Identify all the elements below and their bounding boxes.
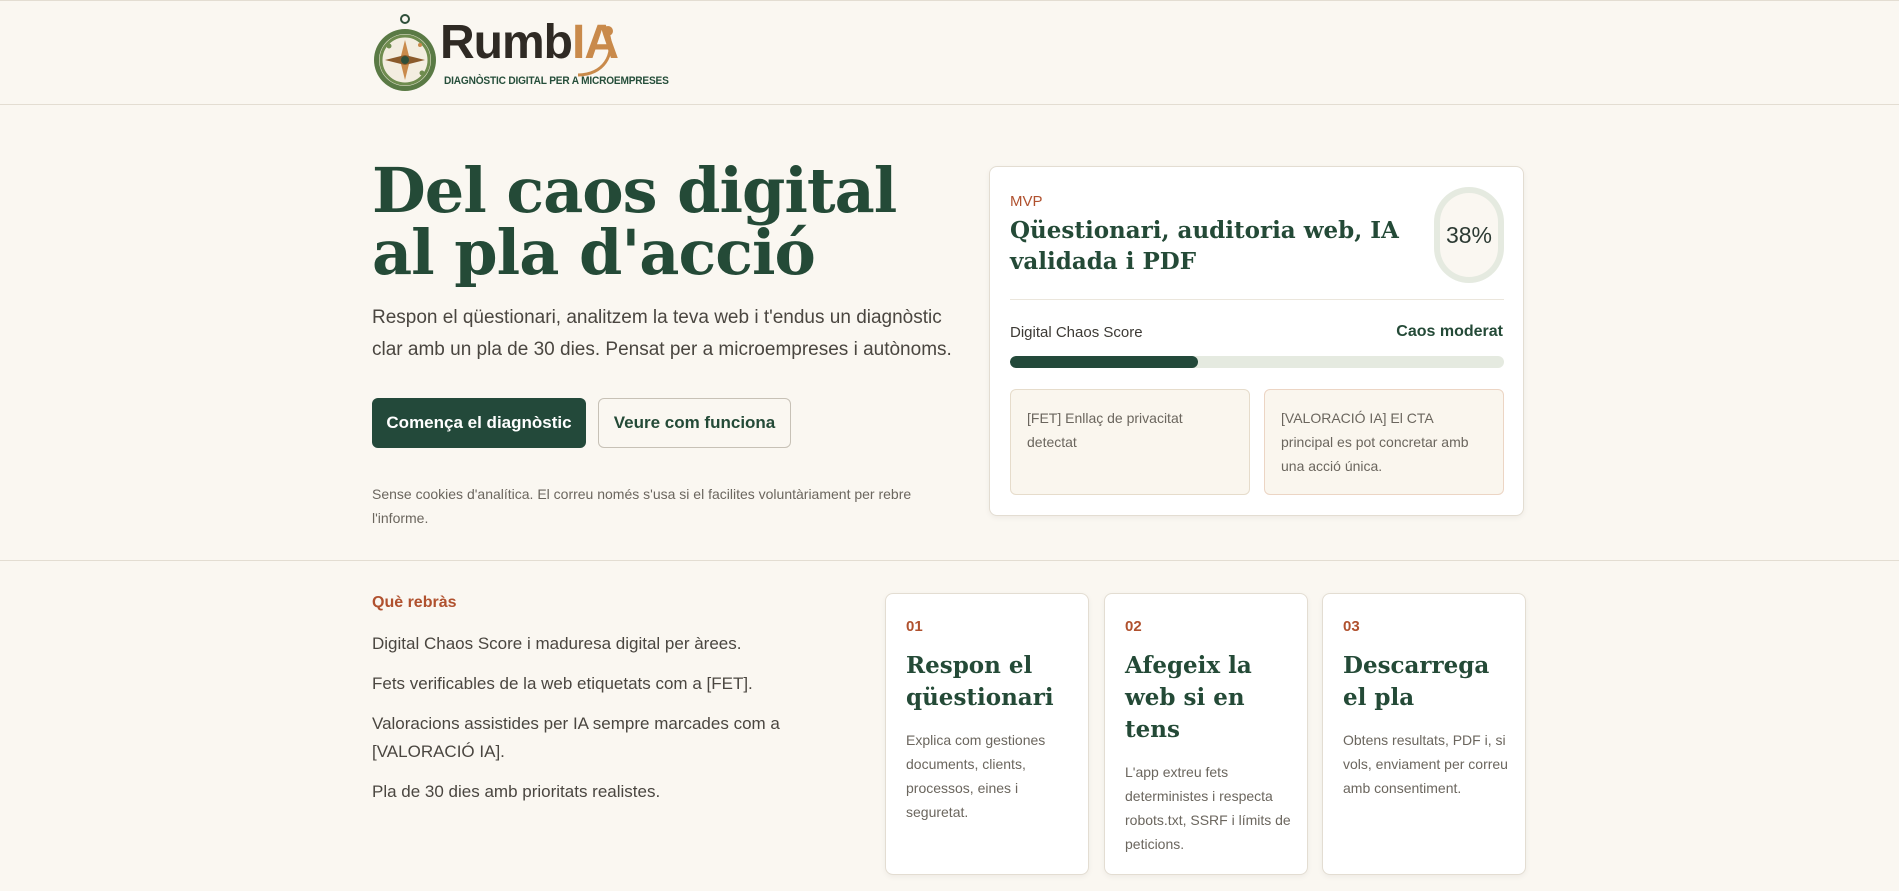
step-body: Obtens resultats, PDF i, si vols, enviam… <box>1343 732 1508 796</box>
step-number: 01 <box>906 618 923 635</box>
step-body: L'app extreu fets deterministes i respec… <box>1125 764 1291 852</box>
ai-assessment-note: [VALORACIÓ IA] El CTA principal es pot c… <box>1264 389 1504 495</box>
percent-badge: 38% <box>1434 187 1504 283</box>
mvp-title: Qüestionari, auditoria web, IA validada … <box>1010 217 1399 275</box>
hero-subtitle: Respon el qüestionari, analitzem la teva… <box>372 307 952 360</box>
compass-icon <box>374 14 436 91</box>
chaos-score-progress <box>1010 356 1504 368</box>
list-item: Fets verificables de la web etiquetats c… <box>372 674 753 693</box>
section-divider <box>0 560 1899 561</box>
list-item: Pla de 30 dies amb prioritats realistes. <box>372 782 661 801</box>
how-it-works-button[interactable]: Veure com funciona <box>598 398 791 448</box>
step-body: Explica com gestiones documents, clients… <box>906 732 1046 820</box>
score-status: Caos moderat <box>1396 323 1503 340</box>
step-title: Descarrega el pla <box>1343 652 1490 711</box>
fact-note: [FET] Enllaç de privacitat detectat <box>1010 389 1250 495</box>
step-number: 03 <box>1343 618 1360 635</box>
list-item: Valoracions assistides per IA sempre mar… <box>372 714 780 761</box>
card-divider <box>1010 299 1504 300</box>
step-title: Afegeix la web si en tens <box>1125 652 1252 743</box>
brand-logo[interactable]: RumbIA DIAGNÒSTIC DIGITAL PER A MICROEMP… <box>372 13 669 95</box>
brand-tagline: DIAGNÒSTIC DIGITAL PER A MICROEMPRESES <box>444 75 669 87</box>
start-diagnostic-button[interactable]: Comença el diagnòstic <box>372 398 586 448</box>
step-card-download: 03 Descarrega el pla Obtens resultats, P… <box>1322 593 1526 875</box>
brand-swoosh-icon <box>577 26 613 77</box>
mvp-eyebrow: MVP <box>1010 193 1043 210</box>
step-card-website: 02 Afegeix la web si en tens L'app extre… <box>1104 593 1308 875</box>
step-title: Respon el qüestionari <box>906 652 1054 711</box>
percent-value: 38% <box>1440 193 1498 277</box>
step-card-questionnaire: 01 Respon el qüestionari Explica com ges… <box>885 593 1089 875</box>
privacy-note: Sense cookies d'analítica. El correu nom… <box>372 486 912 526</box>
features-title: Què rebràs <box>372 594 457 611</box>
step-number: 02 <box>1125 618 1142 635</box>
mvp-card: MVP Qüestionari, auditoria web, IA valid… <box>989 166 1524 516</box>
score-label: Digital Chaos Score <box>1010 324 1143 341</box>
chaos-score-progress-fill <box>1010 356 1198 368</box>
site-header: RumbIA DIAGNÒSTIC DIGITAL PER A MICROEMP… <box>0 1 1899 105</box>
hero-title: Del caos digital al pla d'acció <box>372 154 897 289</box>
list-item: Digital Chaos Score i maduresa digital p… <box>372 634 742 653</box>
features-list: Digital Chaos Score i maduresa digital p… <box>372 630 812 818</box>
